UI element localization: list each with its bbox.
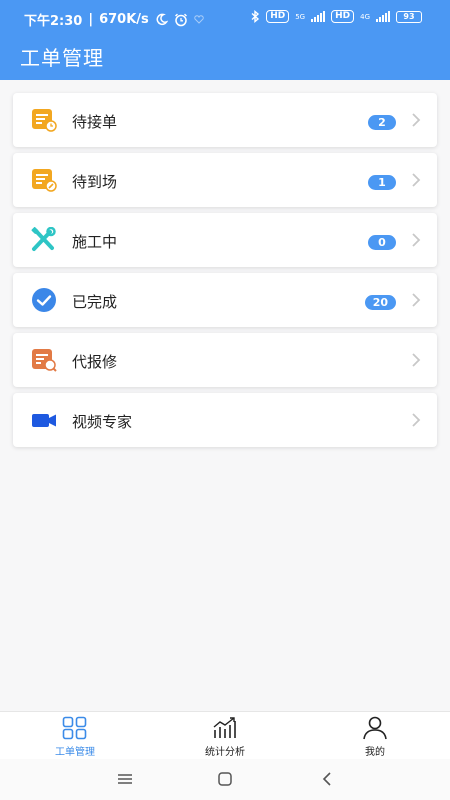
status-right: HD 5G HD 4G 93	[250, 10, 422, 23]
tab-label: 我的	[365, 747, 385, 758]
pending-accept-icon	[32, 109, 57, 132]
status-separator: |	[88, 12, 94, 27]
menu-item-label: 已完成	[72, 293, 118, 311]
menu-item-video-expert[interactable]: 视频专家	[13, 393, 437, 447]
work-order-menu: 待接单 2 待到场 1 施工中 0 已完成 20 代报修 视频专家	[13, 93, 437, 453]
moon-icon	[156, 13, 168, 26]
chevron-right-icon	[412, 113, 421, 127]
tab-mine[interactable]: 我的	[325, 716, 425, 760]
menu-item-repair-report[interactable]: 代报修	[13, 333, 437, 387]
menu-item-completed[interactable]: 已完成 20	[13, 273, 437, 327]
menu-item-label: 待接单	[72, 113, 118, 131]
menu-item-pending-arrival[interactable]: 待到场 1	[13, 153, 437, 207]
menu-item-in-progress[interactable]: 施工中 0	[13, 213, 437, 267]
menu-item-label: 视频专家	[72, 413, 133, 431]
hd-badge-1: HD	[266, 10, 290, 23]
chart-icon	[213, 717, 236, 738]
count-badge: 2	[368, 115, 396, 130]
menu-item-label: 代报修	[72, 353, 118, 371]
tab-label: 工单管理	[55, 747, 95, 758]
user-icon	[363, 716, 387, 740]
tab-statistics[interactable]: 统计分析	[175, 716, 275, 760]
status-speed: 670K/s	[99, 12, 149, 27]
alarm-icon	[174, 13, 187, 26]
heart-icon	[194, 15, 204, 24]
page-title: 工单管理	[20, 46, 104, 70]
app-header: 下午2:30 | 670K/s HD 5G HD 4G 93 工单管理	[0, 0, 450, 80]
chevron-right-icon	[412, 233, 421, 247]
chevron-right-icon	[412, 413, 421, 427]
tab-work-orders[interactable]: 工单管理	[25, 716, 125, 760]
tab-label: 统计分析	[205, 747, 245, 758]
chevron-right-icon	[412, 173, 421, 187]
menu-item-label: 待到场	[72, 173, 118, 191]
chevron-right-icon	[412, 353, 421, 367]
menu-item-pending-accept[interactable]: 待接单 2	[13, 93, 437, 147]
battery-icon: 93	[396, 10, 422, 23]
system-nav-bar	[0, 759, 450, 800]
repair-report-icon	[32, 349, 57, 372]
signal-bars-1-icon	[311, 11, 326, 22]
menu-item-label: 施工中	[72, 233, 118, 251]
tools-icon	[31, 227, 56, 251]
chevron-right-icon	[412, 293, 421, 307]
status-left: 下午2:30 | 670K/s	[24, 10, 204, 29]
status-time: 下午2:30	[24, 14, 83, 29]
status-bar: 下午2:30 | 670K/s HD 5G HD 4G 93	[0, 0, 450, 36]
home-icon[interactable]	[215, 771, 235, 787]
pending-arrival-icon	[32, 169, 57, 192]
grid-icon	[62, 716, 87, 740]
menu-icon[interactable]	[115, 771, 135, 787]
count-badge: 1	[368, 175, 396, 190]
hd-badge-2: HD	[331, 10, 355, 23]
signal-bars-2-icon	[376, 11, 390, 22]
signal-label-2: 4G	[360, 12, 370, 21]
back-icon[interactable]	[318, 771, 338, 787]
bluetooth-icon	[251, 10, 260, 23]
video-camera-icon	[32, 414, 56, 427]
count-badge: 20	[364, 295, 396, 310]
bottom-tab-bar: 工单管理 统计分析 我的	[0, 711, 450, 759]
count-badge: 0	[368, 235, 396, 250]
check-circle-icon	[32, 288, 56, 312]
signal-label-1: 5G	[295, 12, 306, 21]
